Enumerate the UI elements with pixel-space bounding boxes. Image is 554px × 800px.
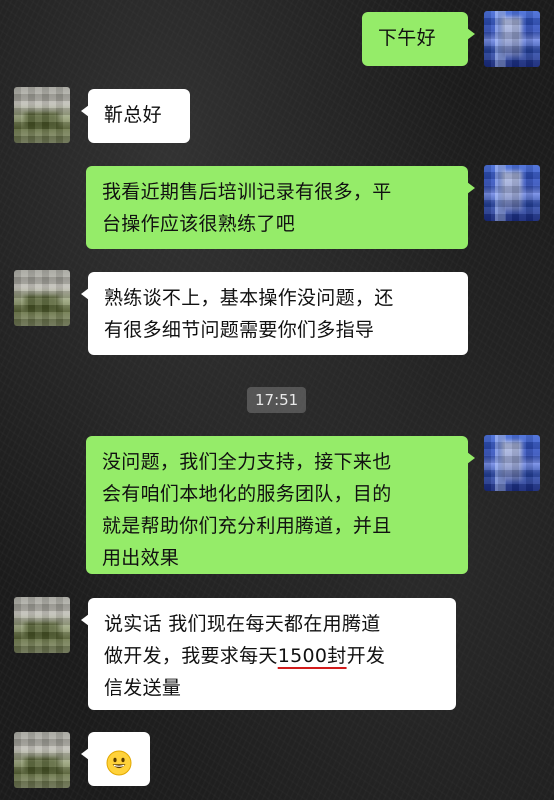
message-text-line: 会有咱们本地化的服务团队，目的 [102, 483, 392, 505]
grinning-face-icon [106, 750, 132, 775]
message-bubble-other[interactable]: 说实话 我们现在每天都在用腾道 做开发，我要求每天1500封开发 信发送量 [81, 598, 456, 710]
message-bubble-other[interactable]: 熟练谈不上，基本操作没问题，还 有很多细节问题需要你们多指导 [81, 272, 468, 355]
message-text-line: 信发送量 [104, 677, 182, 699]
message-bubble-other[interactable]: 靳总好 [81, 89, 190, 143]
message-text-line: 台操作应该很熟练了吧 [102, 213, 296, 235]
self-avatar[interactable] [484, 165, 540, 221]
chat-thread: 下午好 靳总好 我看近期售后培训记录有很多，平 台操作应该很熟练了吧 熟练谈不上… [0, 0, 554, 800]
message-text-line: 就是帮助你们充分利用腾道，并且 [102, 515, 392, 537]
message-bubble-self[interactable]: 下午好 [362, 12, 475, 66]
message-text-segment: 开发 [346, 645, 386, 667]
contact-avatar[interactable] [14, 87, 70, 143]
message-text-line: 没问题，我们全力支持，接下来也 [102, 451, 392, 473]
underlined-highlight: 1500封 [277, 645, 347, 667]
message-text: 下午好 [378, 27, 436, 49]
message-bubble-self[interactable]: 我看近期售后培训记录有很多，平 台操作应该很熟练了吧 [86, 166, 475, 249]
contact-avatar[interactable] [14, 732, 70, 788]
contact-avatar[interactable] [14, 270, 70, 326]
message-text: 靳总好 [104, 104, 162, 126]
message-text-line: 说实话 我们现在每天都在用腾道 [104, 613, 381, 635]
message-bubble-self[interactable]: 没问题，我们全力支持，接下来也 会有咱们本地化的服务团队，目的 就是帮助你们充分… [86, 436, 475, 574]
message-text-line: 用出效果 [102, 547, 180, 569]
message-text-segment: 做开发，我要求每天 [104, 645, 278, 667]
self-avatar[interactable] [484, 435, 540, 491]
message-text-line: 熟练谈不上，基本操作没问题，还 [104, 287, 394, 309]
message-text-line: 做开发，我要求每天1500封开发 [104, 640, 442, 672]
message-bubble-other[interactable] [81, 732, 150, 786]
timestamp: 17:51 [247, 387, 307, 413]
message-text-line: 有很多细节问题需要你们多指导 [104, 319, 375, 341]
self-avatar[interactable] [484, 11, 540, 67]
message-text-line: 我看近期售后培训记录有很多，平 [102, 181, 392, 203]
contact-avatar[interactable] [14, 597, 70, 653]
